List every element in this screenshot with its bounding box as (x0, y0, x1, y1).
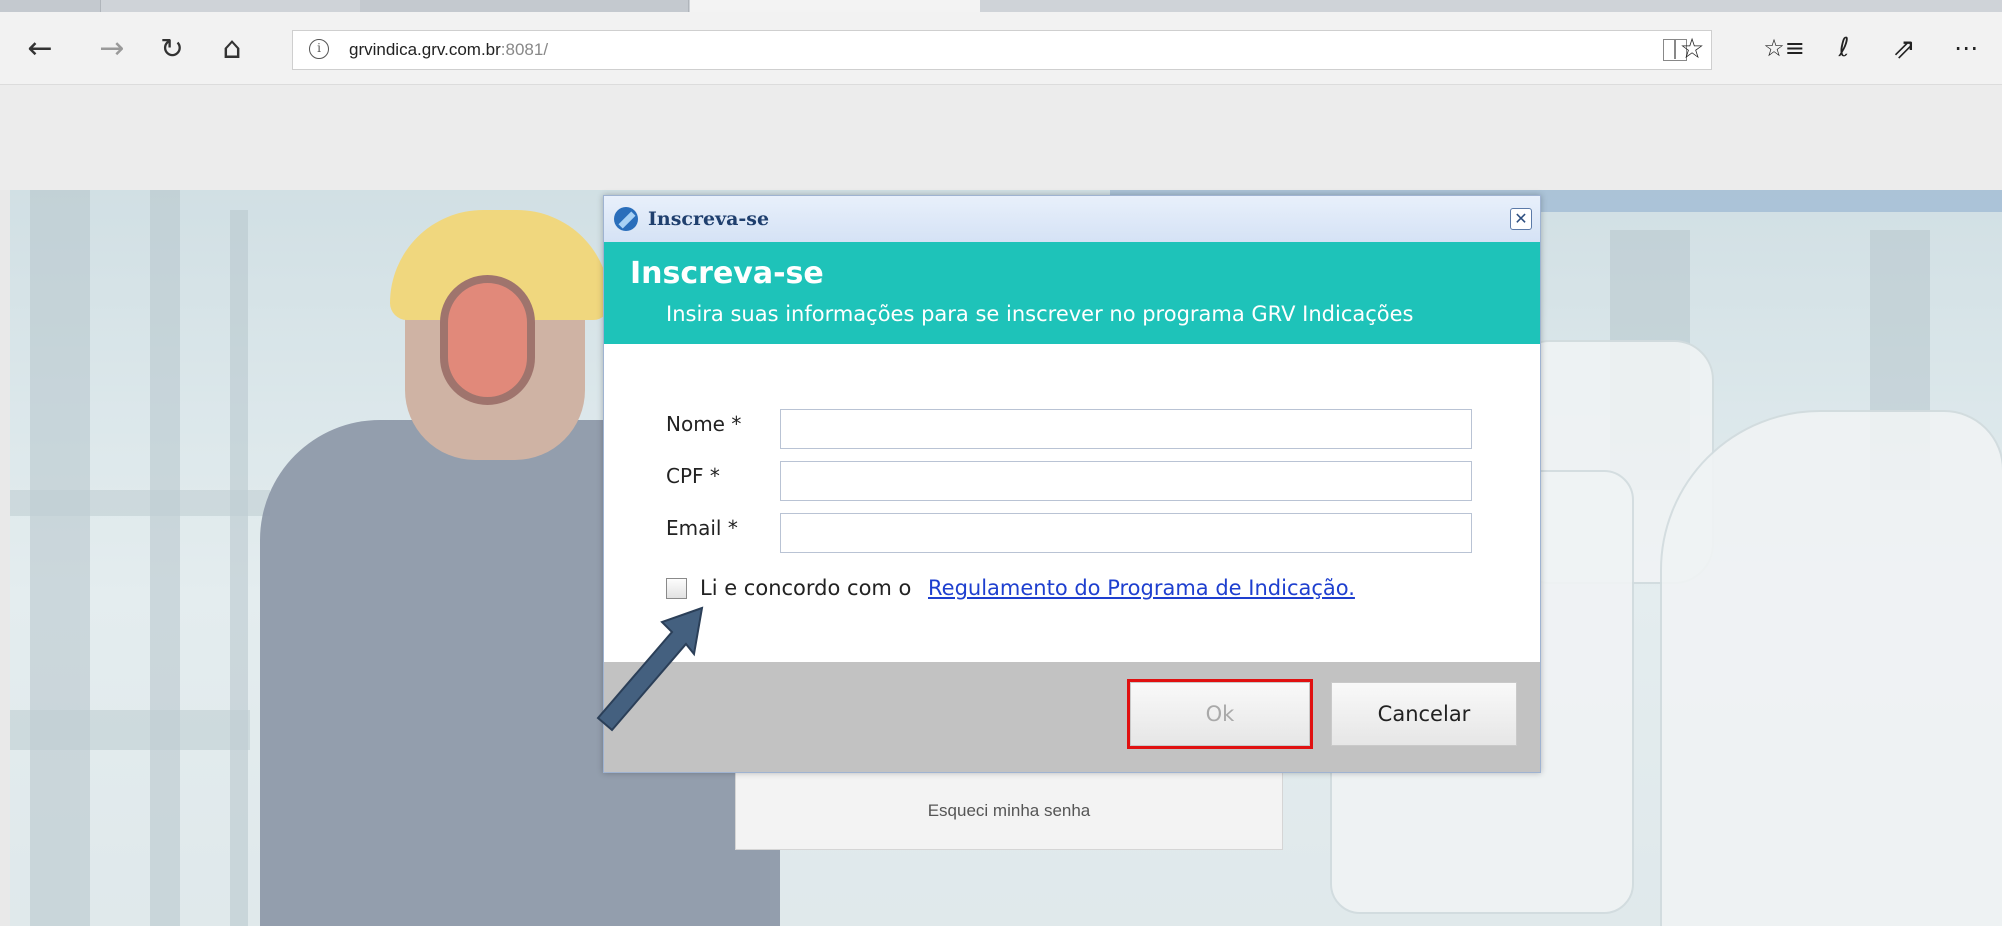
dialog-subheading: Insira suas informações para se inscreve… (666, 302, 1414, 326)
more-icon[interactable]: ⋯ (1944, 26, 1988, 70)
nome-label: Nome * (666, 412, 742, 436)
dialog-titlebar[interactable]: Inscreva-se ✕ (604, 196, 1540, 243)
cancel-button[interactable]: Cancelar (1331, 682, 1517, 746)
dialog-header: Inscreva-se Insira suas informações para… (604, 242, 1540, 344)
close-icon[interactable]: ✕ (1510, 208, 1532, 230)
url-text[interactable]: grvindica.grv.com.br:8081/ (349, 40, 548, 60)
share-icon[interactable]: ⇗ (1882, 26, 1926, 70)
grv-logo-icon (614, 207, 638, 231)
regulation-link[interactable]: Regulamento do Programa de Indicação. (928, 576, 1355, 600)
home-icon[interactable]: ⌂ (212, 28, 252, 68)
agree-checkbox[interactable] (666, 578, 687, 599)
ok-button[interactable]: Ok (1127, 679, 1313, 749)
browser-tab[interactable] (360, 0, 689, 12)
email-label: Email * (666, 516, 738, 540)
site-info-icon[interactable]: i (309, 39, 329, 59)
nome-input[interactable] (780, 409, 1472, 449)
agree-text: Li e concordo com o (700, 576, 912, 600)
cpf-input[interactable] (780, 461, 1472, 501)
back-arrow-icon[interactable]: ← (20, 28, 60, 68)
email-input[interactable] (780, 513, 1472, 553)
tab-strip (0, 0, 2002, 12)
dialog-footer: Ok Cancelar (604, 662, 1540, 772)
refresh-icon[interactable]: ↻ (152, 28, 192, 68)
page-top-area (0, 85, 2002, 190)
signup-dialog: Inscreva-se ✕ Inscreva-se Insira suas in… (603, 195, 1541, 773)
browser-navbar: ← → ↻ ⌂ i grvindica.grv.com.br:8081/ ☆ ☆… (0, 12, 2002, 85)
forgot-password-link[interactable]: Esqueci minha senha (736, 801, 1282, 821)
favorites-hub-icon[interactable]: ☆≡ (1762, 26, 1806, 70)
browser-tab-active[interactable] (690, 0, 980, 12)
favorite-star-icon[interactable]: ☆ (1670, 26, 1714, 70)
web-note-icon[interactable]: ℓ (1822, 26, 1866, 70)
forward-arrow-icon[interactable]: → (92, 28, 132, 68)
cpf-label: CPF * (666, 464, 720, 488)
dialog-heading: Inscreva-se (630, 256, 824, 291)
dialog-window-title: Inscreva-se (648, 208, 770, 230)
annotation-arrow-icon (596, 606, 704, 732)
browser-tab[interactable] (0, 0, 101, 12)
address-bar[interactable]: i grvindica.grv.com.br:8081/ (292, 30, 1712, 70)
